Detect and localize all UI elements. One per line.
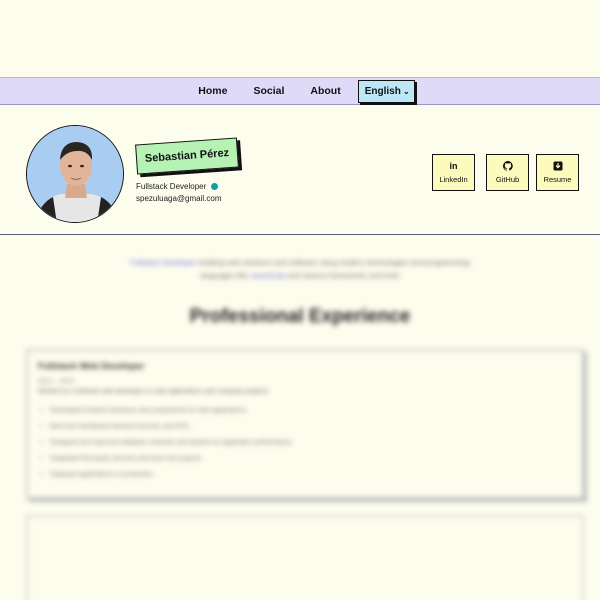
job-title: Fullstack Web Developer — [38, 361, 145, 371]
intro-link-2[interactable]: JavaScript — [250, 271, 285, 280]
github-button[interactable]: GitHub — [486, 154, 529, 191]
linkedin-label: LinkedIn — [439, 175, 468, 184]
profile-avatar — [26, 125, 124, 223]
linkedin-icon: in — [449, 161, 458, 171]
language-select[interactable]: English ⌄ — [357, 79, 415, 103]
github-icon — [502, 161, 513, 172]
role-text: Fullstack Developer — [136, 182, 207, 191]
header-divider — [0, 234, 600, 235]
nav-about-link[interactable]: About — [310, 85, 340, 97]
experience-card: Fullstack Web Developer 2021 – 2023 Work… — [26, 349, 584, 499]
github-label: GitHub — [495, 175, 520, 184]
experience-card-next — [26, 515, 584, 600]
list-item: Developed frontend interfaces and compon… — [38, 403, 572, 419]
list-item: Deployed applications to production. — [38, 467, 572, 483]
job-bullets: Developed frontend interfaces and compon… — [38, 403, 572, 483]
job-dates: 2021 – 2023 — [38, 378, 75, 385]
resume-label: Resume — [543, 175, 572, 184]
chevron-down-icon: ⌄ — [403, 86, 410, 96]
resume-button[interactable]: Resume — [536, 154, 579, 191]
nav-social-link[interactable]: Social — [253, 85, 284, 97]
intro-paragraph: Fullstack Developer building web solutio… — [130, 258, 470, 280]
section-title: Professional Experience — [189, 306, 411, 327]
profile-email: spezuluaga@gmail.com — [136, 194, 222, 203]
list-item: Designed and improved database schemas a… — [38, 435, 572, 451]
intro-link[interactable]: Fullstack Developer — [131, 258, 197, 267]
name-badge: Sebastian Pérez — [135, 137, 243, 178]
language-select-value: English — [364, 85, 401, 97]
profile-role: Fullstack Developer — [136, 182, 219, 191]
list-item: Built and maintained backend services an… — [38, 419, 572, 435]
list-item: Integrated third-party services and tool… — [38, 451, 572, 467]
linkedin-button[interactable]: in LinkedIn — [432, 154, 475, 191]
download-icon — [553, 161, 563, 172]
status-dot-icon — [211, 183, 219, 190]
nav-home-link[interactable]: Home — [198, 85, 227, 97]
job-description: Worked as a fullstack web developer on w… — [38, 388, 270, 395]
top-navbar: Home Social About English ⌄ — [0, 77, 600, 105]
